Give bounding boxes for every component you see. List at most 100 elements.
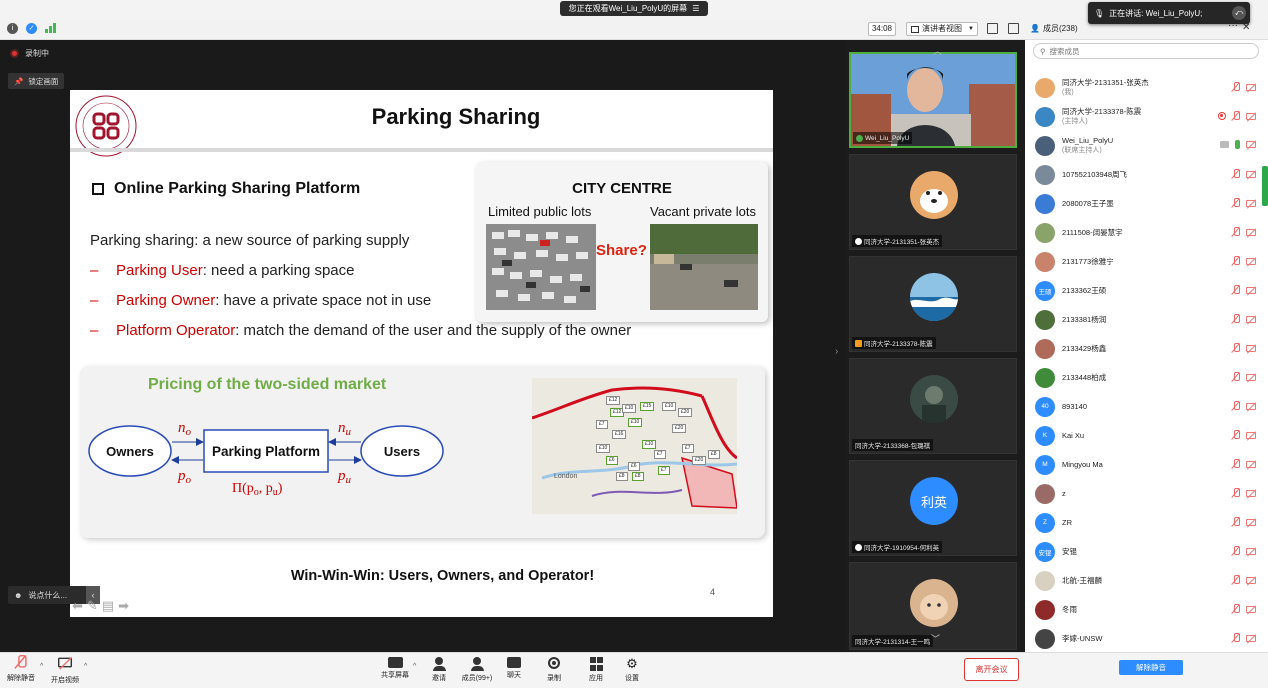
collapse-videos-icon[interactable]: › [835, 346, 838, 357]
participant-row[interactable]: 李嫁-UNSW [1025, 624, 1268, 653]
chevron-up-icon[interactable]: ^ [84, 663, 87, 670]
mic-off-icon[interactable] [1232, 633, 1240, 643]
camera-off-icon[interactable] [1246, 634, 1256, 642]
emoji-icon[interactable]: ☻ [14, 591, 22, 600]
participant-row[interactable]: M Mingyou Ma [1025, 450, 1268, 479]
search-members-input[interactable]: ⚲ 搜索成员 [1033, 43, 1259, 59]
shield-icon[interactable]: ✓ [26, 23, 37, 34]
participant-row[interactable]: 安锟 安锟 [1025, 537, 1268, 566]
participant-row[interactable]: 王硕 2133362王硕 [1025, 276, 1268, 305]
participant-row[interactable]: 2111508-阔晏慧宇 [1025, 218, 1268, 247]
camera-off-icon[interactable] [1246, 344, 1256, 352]
unmute-all-button[interactable]: 解除静音 [1119, 660, 1183, 675]
prev-arrow-icon[interactable]: ⬅ [72, 598, 83, 614]
back-icon[interactable]: ⤺ [1232, 6, 1246, 20]
chat-button[interactable]: 聊天 [498, 657, 530, 680]
video-tile[interactable]: 同济大学-2133368-包璐祺 [849, 358, 1017, 454]
participant-row[interactable]: 40 893140 [1025, 392, 1268, 421]
view-mode-button[interactable]: 演讲者视图 ▼ [906, 22, 978, 36]
mic-off-icon[interactable] [1232, 111, 1240, 121]
members-button[interactable]: 成员(99+) [458, 657, 496, 683]
mic-off-icon[interactable] [1232, 575, 1240, 585]
mic-off-icon[interactable] [1232, 82, 1240, 92]
mic-off-icon[interactable] [1232, 604, 1240, 614]
chevron-up-icon[interactable]: ^ [413, 663, 416, 670]
next-arrow-icon[interactable]: ➡ [118, 598, 129, 614]
camera-off-icon[interactable] [1246, 257, 1256, 265]
participant-row[interactable]: 同济大学-2131351-张英杰 (我) [1025, 73, 1268, 102]
participant-row[interactable]: 2133429杨鑫 [1025, 334, 1268, 363]
camera-off-icon[interactable] [1246, 373, 1256, 381]
mic-off-icon[interactable] [1232, 372, 1240, 382]
participant-row[interactable]: 2131773徐雅宁 [1025, 247, 1268, 276]
viewing-screen-pill[interactable]: 您正在观看Wei_Liu_PolyU的屏幕 ☰ [560, 1, 708, 16]
participant-row[interactable]: Wei_Liu_PolyU (联席主持人) [1025, 131, 1268, 160]
start-video-button[interactable]: 开启视频 [49, 657, 81, 685]
mic-off-icon[interactable] [1232, 314, 1240, 324]
camera-off-icon[interactable] [1246, 605, 1256, 613]
video-tile[interactable]: 同济大学-2133378-陈震 [849, 256, 1017, 352]
screen-share-icon[interactable] [1220, 141, 1229, 148]
camera-off-icon[interactable] [1246, 141, 1256, 148]
video-tile[interactable]: 利英 同济大学-1910954-何利英 [849, 460, 1017, 556]
menu-icon[interactable]: ☰ [692, 4, 699, 13]
record-button[interactable]: 录制 [538, 657, 570, 683]
camera-off-icon[interactable] [1246, 489, 1256, 497]
camera-off-icon[interactable] [1246, 402, 1256, 410]
camera-off-icon[interactable] [1246, 518, 1256, 526]
mic-off-icon[interactable] [1232, 343, 1240, 353]
participant-row[interactable]: K Kai Xu [1025, 421, 1268, 450]
record-icon[interactable] [1218, 112, 1226, 120]
participant-row[interactable]: Z ZR [1025, 508, 1268, 537]
mic-off-icon[interactable] [1232, 169, 1240, 179]
lock-screen-button[interactable]: 📌 锁定画面 [8, 73, 65, 89]
settings-button[interactable]: ⚙ 设置 [616, 657, 648, 683]
mic-off-icon[interactable] [1232, 517, 1240, 527]
pen-icon[interactable]: ✎ [87, 598, 98, 614]
mic-off-icon[interactable] [1232, 488, 1240, 498]
participant-row[interactable]: 北航-王福麟 [1025, 566, 1268, 595]
mic-off-icon[interactable] [1232, 256, 1240, 266]
video-tile[interactable]: 同济大学-2131351-张英杰 [849, 154, 1017, 250]
participant-row[interactable]: 冬雨 [1025, 595, 1268, 624]
apps-button[interactable]: 应用 [580, 657, 612, 683]
camera-off-icon[interactable] [1246, 83, 1256, 91]
mic-on-icon[interactable] [1235, 140, 1240, 149]
mic-off-icon[interactable] [1232, 285, 1240, 295]
mic-off-icon[interactable] [1232, 198, 1240, 208]
info-icon[interactable]: i [7, 23, 18, 34]
camera-off-icon[interactable] [1246, 228, 1256, 236]
panel-scrollbar[interactable] [1262, 166, 1268, 206]
layout-icon[interactable] [1008, 23, 1019, 34]
fullscreen-icon[interactable] [987, 23, 998, 34]
leave-meeting-button[interactable]: 离开会议 [964, 658, 1019, 681]
chevron-up-icon[interactable]: ^ [40, 663, 43, 670]
camera-off-icon[interactable] [1246, 170, 1256, 178]
camera-off-icon[interactable] [1246, 576, 1256, 584]
camera-off-icon[interactable] [1246, 547, 1256, 555]
mic-off-icon[interactable] [1232, 459, 1240, 469]
invite-button[interactable]: 邀请 [423, 657, 455, 683]
camera-off-icon[interactable] [1246, 460, 1256, 468]
camera-off-icon[interactable] [1246, 112, 1256, 120]
participant-row[interactable]: 2133381杨润 [1025, 305, 1268, 334]
unmute-button[interactable]: 解除静音 [5, 655, 37, 683]
participant-row[interactable]: 同济大学-2133378-陈震 (主持人) [1025, 102, 1268, 131]
signal-icon[interactable] [45, 23, 56, 33]
chevron-down-icon[interactable]: ﹀ [931, 632, 940, 645]
participant-row[interactable]: 2080078王子墨 [1025, 189, 1268, 218]
camera-off-icon[interactable] [1246, 286, 1256, 294]
share-screen-button[interactable]: 共享屏幕 [379, 657, 411, 680]
chevron-up-icon[interactable]: ︿ [933, 44, 942, 57]
mic-off-icon[interactable] [1232, 546, 1240, 556]
mic-off-icon[interactable] [1232, 401, 1240, 411]
mic-off-icon[interactable] [1232, 227, 1240, 237]
participant-row[interactable]: 107552103948周飞 [1025, 160, 1268, 189]
participant-row[interactable]: 2133448柏成 [1025, 363, 1268, 392]
camera-off-icon[interactable] [1246, 431, 1256, 439]
video-tile[interactable]: Wei_Liu_PolyU [849, 52, 1017, 148]
slides-icon[interactable]: ▤ [102, 598, 114, 614]
camera-off-icon[interactable] [1246, 199, 1256, 207]
mic-off-icon[interactable] [1232, 430, 1240, 440]
camera-off-icon[interactable] [1246, 315, 1256, 323]
